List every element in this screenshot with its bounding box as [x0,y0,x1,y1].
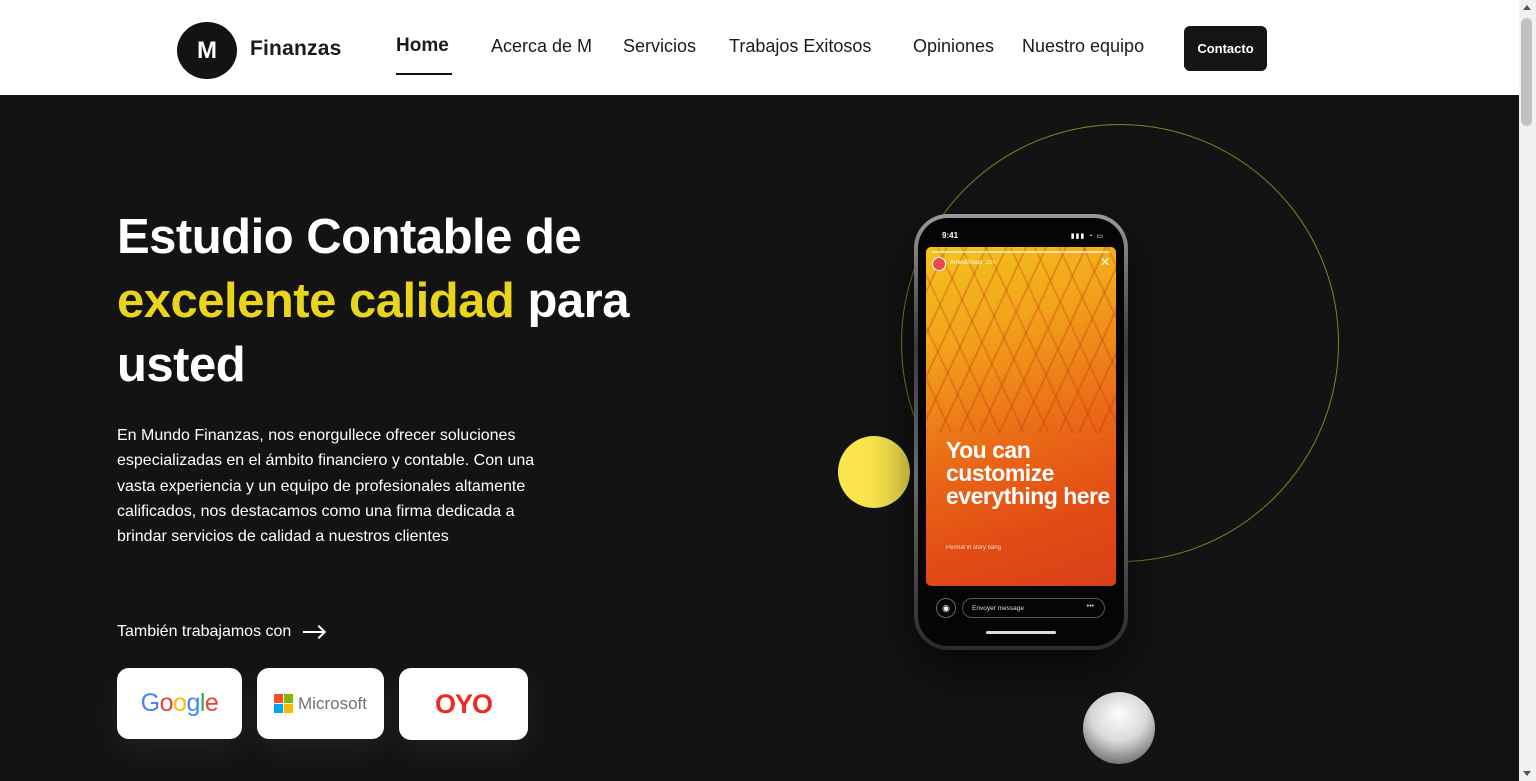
camera-icon: ◉ [936,598,956,618]
story-caption: Permal in story bang [946,545,1002,551]
story-image [926,247,1116,434]
scroll-up-arrow-icon[interactable] [1523,5,1531,10]
nav-servicios[interactable]: Servicios [623,36,696,57]
oyo-logo: OYO [434,688,493,719]
decorative-yellow-circle [838,436,910,508]
scroll-thumb[interactable] [1521,18,1532,126]
nav-opiniones[interactable]: Opiniones [913,36,994,57]
story-message-field: Envoyer message ••• [962,598,1105,618]
logo-letter: M [197,36,217,64]
story-avatar [932,257,946,271]
hero-title-line3: usted [117,338,246,392]
signal-battery-icon: ▮▮▮ ◔ ▭ [1070,233,1104,240]
arrow-right-icon [303,631,324,633]
microsoft-grid-icon [274,694,294,713]
decorative-grey-sphere [1083,692,1155,764]
hero-title-line1: Estudio Contable de [117,210,582,264]
nav-acerca[interactable]: Acerca de M [491,36,592,57]
story-user: AmeoGroup 23h [950,260,996,266]
home-indicator [986,631,1056,634]
nav-home[interactable]: Home [396,35,449,57]
close-icon: ✕ [1099,255,1110,269]
hero-title: Estudio Contable de excelente calidad pa… [117,205,717,397]
hero-title-highlight: excelente calidad [117,274,515,328]
partners-link[interactable]: También trabajamos con [117,623,324,641]
partner-google[interactable]: Google [117,668,242,739]
story-screen: AmeoGroup 23h ✕ You can customize everyt… [926,247,1116,586]
phone-screen-frame: 9:41 ▮▮▮ ◔ ▭ AmeoGroup 23h ✕ You can cus… [918,218,1124,646]
story-progress-bar [932,251,1110,253]
partner-microsoft[interactable]: Microsoft [257,668,384,739]
nav-nuestro-equipo[interactable]: Nuestro equipo [1022,36,1144,57]
nav-trabajos-exitosos[interactable]: Trabajos Exitosos [729,36,871,57]
logo-text[interactable]: Finanzas [250,37,341,61]
page-scrollbar[interactable] [1519,0,1536,781]
scroll-down-arrow-icon[interactable] [1523,771,1531,776]
phone-mockup: 9:41 ▮▮▮ ◔ ▭ AmeoGroup 23h ✕ You can cus… [914,214,1128,650]
contact-button[interactable]: Contacto [1184,26,1267,71]
microsoft-logo: Microsoft [274,694,367,714]
nav-active-indicator [396,73,452,75]
phone-status-time: 9:41 [942,231,959,240]
more-dots-icon: ••• [1086,603,1094,610]
phone-notch [973,218,1069,238]
partners-label: También trabajamos con [117,623,292,640]
logo-mark[interactable]: M [177,22,237,79]
partner-oyo[interactable]: OYO [399,668,528,740]
story-headline: You can customize everything here [946,437,1110,509]
hero-title-after-highlight: para [514,274,629,328]
google-logo: Google [140,689,219,717]
hero-description: En Mundo Finanzas, nos enorgullece ofrec… [117,427,535,546]
site-header: M Finanzas Home Acerca de M Servicios Tr… [0,0,1519,95]
